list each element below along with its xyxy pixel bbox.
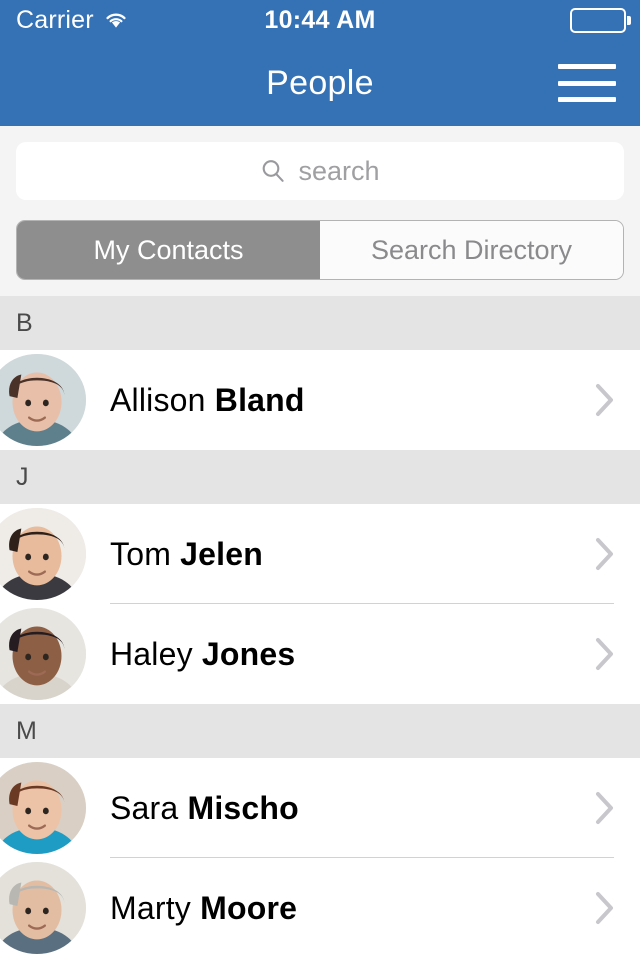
navigation-bar: People xyxy=(0,40,640,126)
contact-row[interactable]: Allison Bland xyxy=(0,350,640,450)
chevron-right-icon[interactable] xyxy=(592,888,618,928)
contact-row[interactable]: Sara Mischo xyxy=(0,758,640,858)
contact-last-name: Bland xyxy=(214,381,305,418)
avatar-tom-jelen xyxy=(0,508,86,600)
search-input[interactable]: search xyxy=(16,142,624,200)
search-container: search xyxy=(0,126,640,200)
search-placeholder: search xyxy=(298,155,380,186)
contact-name: Allison Bland xyxy=(110,382,305,419)
tab-my-contacts[interactable]: My Contacts xyxy=(17,221,320,279)
contact-row[interactable]: Haley Jones xyxy=(0,604,640,704)
search-icon xyxy=(260,158,286,184)
section-header-b: B xyxy=(0,296,640,350)
contact-last-name: Jones xyxy=(201,635,296,672)
segmented-control[interactable]: My Contacts Search Directory xyxy=(16,220,624,280)
contact-row[interactable]: Tom Jelen xyxy=(0,504,640,604)
avatar-haley-jones xyxy=(0,608,86,700)
contact-name: Haley Jones xyxy=(110,636,295,673)
avatar-marty-moore xyxy=(0,862,86,954)
contact-first-name: Marty xyxy=(110,889,201,926)
chevron-right-icon[interactable] xyxy=(592,634,618,674)
avatar-allison-bland xyxy=(0,354,86,446)
contact-name: Tom Jelen xyxy=(110,536,263,573)
contact-name: Sara Mischo xyxy=(110,790,299,827)
hamburger-menu-icon[interactable] xyxy=(558,60,616,106)
contact-first-name: Haley xyxy=(110,635,202,672)
contact-last-name: Moore xyxy=(200,889,298,926)
page-title: People xyxy=(266,63,374,102)
chevron-right-icon[interactable] xyxy=(592,534,618,574)
section-header-m: M xyxy=(0,704,640,758)
contact-first-name: Tom xyxy=(110,535,181,572)
section-header-j: J xyxy=(0,450,640,504)
avatar-sara-mischo xyxy=(0,762,86,854)
segmented-control-container: My Contacts Search Directory xyxy=(0,200,640,296)
contact-name: Marty Moore xyxy=(110,890,297,927)
chevron-right-icon[interactable] xyxy=(592,788,618,828)
contact-last-name: Mischo xyxy=(187,789,299,826)
clock-label: 10:44 AM xyxy=(264,5,376,34)
contact-first-name: Sara xyxy=(110,789,188,826)
contact-last-name: Jelen xyxy=(180,535,263,572)
contact-first-name: Allison xyxy=(110,381,215,418)
contact-row[interactable]: Marty Moore xyxy=(0,858,640,958)
battery-icon xyxy=(570,7,631,33)
status-bar: Carrier 10:44 AM xyxy=(0,0,640,40)
tab-search-directory[interactable]: Search Directory xyxy=(320,221,623,279)
people-screen: Carrier 10:44 AM People search My Contac… xyxy=(0,0,640,960)
contact-list: B Allison Bland J Tom Jelen Haley Jones … xyxy=(0,296,640,958)
chevron-right-icon[interactable] xyxy=(592,380,618,420)
